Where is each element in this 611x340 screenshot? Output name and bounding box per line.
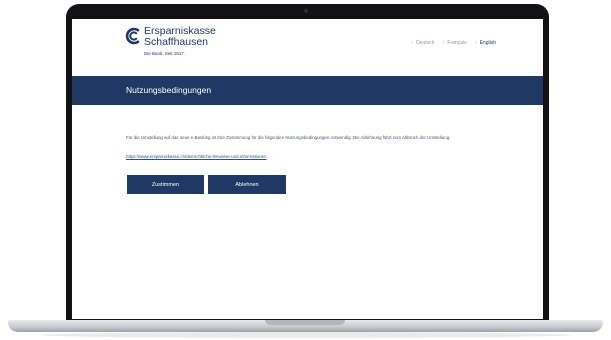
laptop-base	[8, 320, 603, 332]
laptop-base-notch	[265, 320, 345, 325]
lang-label: Français	[447, 40, 467, 46]
bank-logo-icon	[125, 27, 140, 45]
legal-info-link[interactable]: https://www.ersparniskasse.ch/de/rechtli…	[126, 154, 267, 159]
chevron-right-icon: ›	[442, 40, 445, 46]
webcam	[304, 9, 308, 13]
lang-link-deutsch[interactable]: › Deutsch	[411, 40, 434, 46]
bank-tagline: Die Bank. Seit 1817.	[144, 51, 186, 56]
lang-label: Deutsch	[416, 40, 435, 46]
page-title: Nutzungsbedingungen	[126, 85, 212, 95]
bank-logo[interactable]: Ersparniskasse Schaffhausen Die Bank. Se…	[125, 24, 235, 64]
lang-link-english[interactable]: › English	[475, 40, 496, 46]
accept-button[interactable]: Zustimmen	[127, 175, 204, 194]
decline-button[interactable]: Ablehnen	[208, 175, 286, 194]
laptop-frame: Ersparniskasse Schaffhausen Die Bank. Se…	[66, 4, 549, 326]
consent-info-text: Für die Umstellung auf das neue e-Bankin…	[126, 135, 451, 141]
laptop-shadow	[40, 332, 571, 338]
browser-screen: Ersparniskasse Schaffhausen Die Bank. Se…	[72, 19, 543, 319]
page-header-band: Nutzungsbedingungen	[72, 76, 543, 105]
chevron-right-icon: ›	[411, 40, 414, 46]
language-switcher: › Deutsch › Français › English	[411, 40, 496, 46]
lang-link-francais[interactable]: › Français	[442, 40, 466, 46]
bank-name-line2: Schaffhausen	[144, 36, 209, 48]
lang-label: English	[479, 40, 496, 46]
chevron-right-icon: ›	[474, 40, 477, 46]
